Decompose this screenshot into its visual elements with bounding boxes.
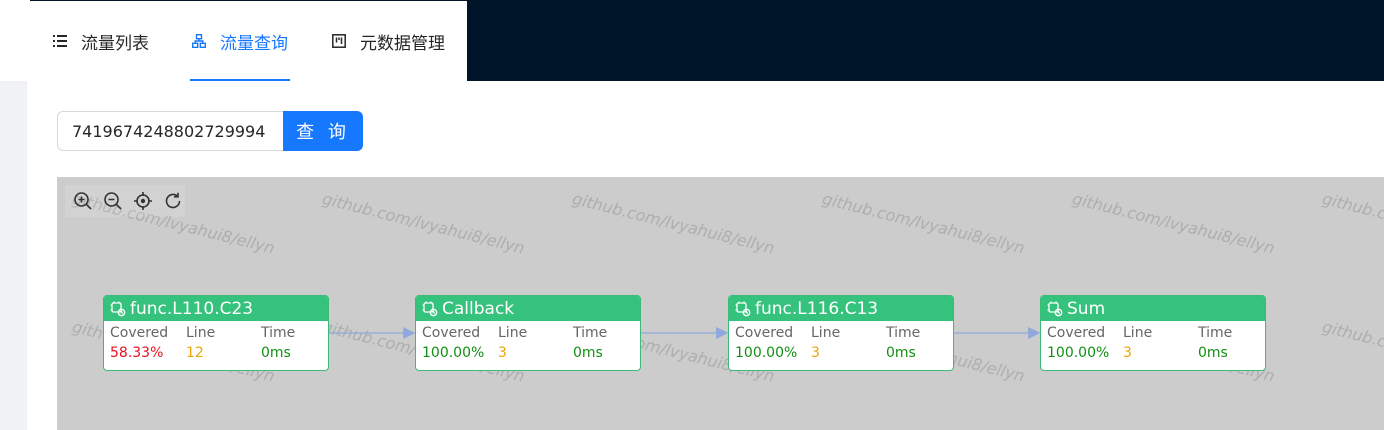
covered-value: 58.33% bbox=[110, 345, 164, 361]
node-title: func.L110.C23 bbox=[130, 298, 254, 319]
covered-label: Covered bbox=[735, 325, 794, 341]
cluster-icon bbox=[190, 32, 208, 50]
time-label: Time bbox=[886, 325, 921, 341]
top-nav-left-spacer bbox=[0, 0, 30, 81]
node-title: func.L116.C13 bbox=[755, 298, 879, 319]
line-label: Line bbox=[811, 325, 841, 341]
graph-node[interactable]: Sum Covered Line Time 100.00% 3 0ms bbox=[1040, 295, 1266, 371]
function-icon bbox=[735, 301, 751, 317]
graph-node[interactable]: func.L116.C13 Covered Line Time 100.00% … bbox=[728, 295, 954, 371]
reload-icon[interactable] bbox=[161, 189, 185, 213]
function-icon bbox=[1047, 301, 1063, 317]
time-value: 0ms bbox=[261, 345, 291, 361]
graph-node[interactable]: func.L110.C23 Covered Line Time 58.33% 1… bbox=[103, 295, 329, 371]
trace-id-input[interactable] bbox=[57, 111, 284, 151]
covered-label: Covered bbox=[422, 325, 481, 341]
line-label: Line bbox=[1123, 325, 1153, 341]
main-content: 查 询 github.com/lvyahui8/ellyngithub.com/… bbox=[27, 81, 1384, 430]
node-header: Callback bbox=[416, 296, 640, 321]
graph-node[interactable]: Callback Covered Line Time 100.00% 3 0ms bbox=[415, 295, 641, 371]
line-value: 12 bbox=[186, 345, 204, 361]
tab-label: 流量列表 bbox=[81, 33, 149, 54]
function-icon bbox=[110, 301, 126, 317]
covered-label: Covered bbox=[1047, 325, 1106, 341]
graph-toolbar bbox=[65, 185, 185, 217]
time-label: Time bbox=[1198, 325, 1233, 341]
tab-label: 元数据管理 bbox=[360, 33, 445, 54]
line-label: Line bbox=[186, 325, 216, 341]
time-value: 0ms bbox=[1198, 345, 1228, 361]
project-icon bbox=[330, 32, 348, 50]
time-value: 0ms bbox=[886, 345, 916, 361]
tab-label: 流量查询 bbox=[220, 33, 288, 54]
line-value: 3 bbox=[1123, 345, 1132, 361]
tab-traffic-list[interactable]: 流量列表 bbox=[51, 1, 149, 81]
time-label: Time bbox=[261, 325, 296, 341]
covered-label: Covered bbox=[110, 325, 169, 341]
node-header: func.L110.C23 bbox=[104, 296, 328, 321]
line-value: 3 bbox=[498, 345, 507, 361]
flow-graph-canvas[interactable]: github.com/lvyahui8/ellyn github.com/lvya… bbox=[57, 177, 1384, 430]
list-icon bbox=[51, 32, 69, 50]
node-title: Sum bbox=[1067, 298, 1106, 319]
node-header: Sum bbox=[1041, 296, 1265, 321]
node-header: func.L116.C13 bbox=[729, 296, 953, 321]
query-button[interactable]: 查 询 bbox=[283, 111, 363, 151]
tab-metadata-management[interactable]: 元数据管理 bbox=[330, 1, 445, 81]
zoom-in-icon[interactable] bbox=[71, 189, 95, 213]
nav-tabs: 流量列表 流量查询 元数据管理 bbox=[30, 1, 467, 81]
zoom-out-icon[interactable] bbox=[101, 189, 125, 213]
line-value: 3 bbox=[811, 345, 820, 361]
tab-traffic-query[interactable]: 流量查询 bbox=[190, 1, 290, 81]
locate-icon[interactable] bbox=[131, 189, 155, 213]
covered-value: 100.00% bbox=[1047, 345, 1110, 361]
function-icon bbox=[422, 301, 438, 317]
covered-value: 100.00% bbox=[422, 345, 485, 361]
time-label: Time bbox=[573, 325, 608, 341]
node-title: Callback bbox=[442, 298, 515, 319]
line-label: Line bbox=[498, 325, 528, 341]
time-value: 0ms bbox=[573, 345, 603, 361]
covered-value: 100.00% bbox=[735, 345, 798, 361]
